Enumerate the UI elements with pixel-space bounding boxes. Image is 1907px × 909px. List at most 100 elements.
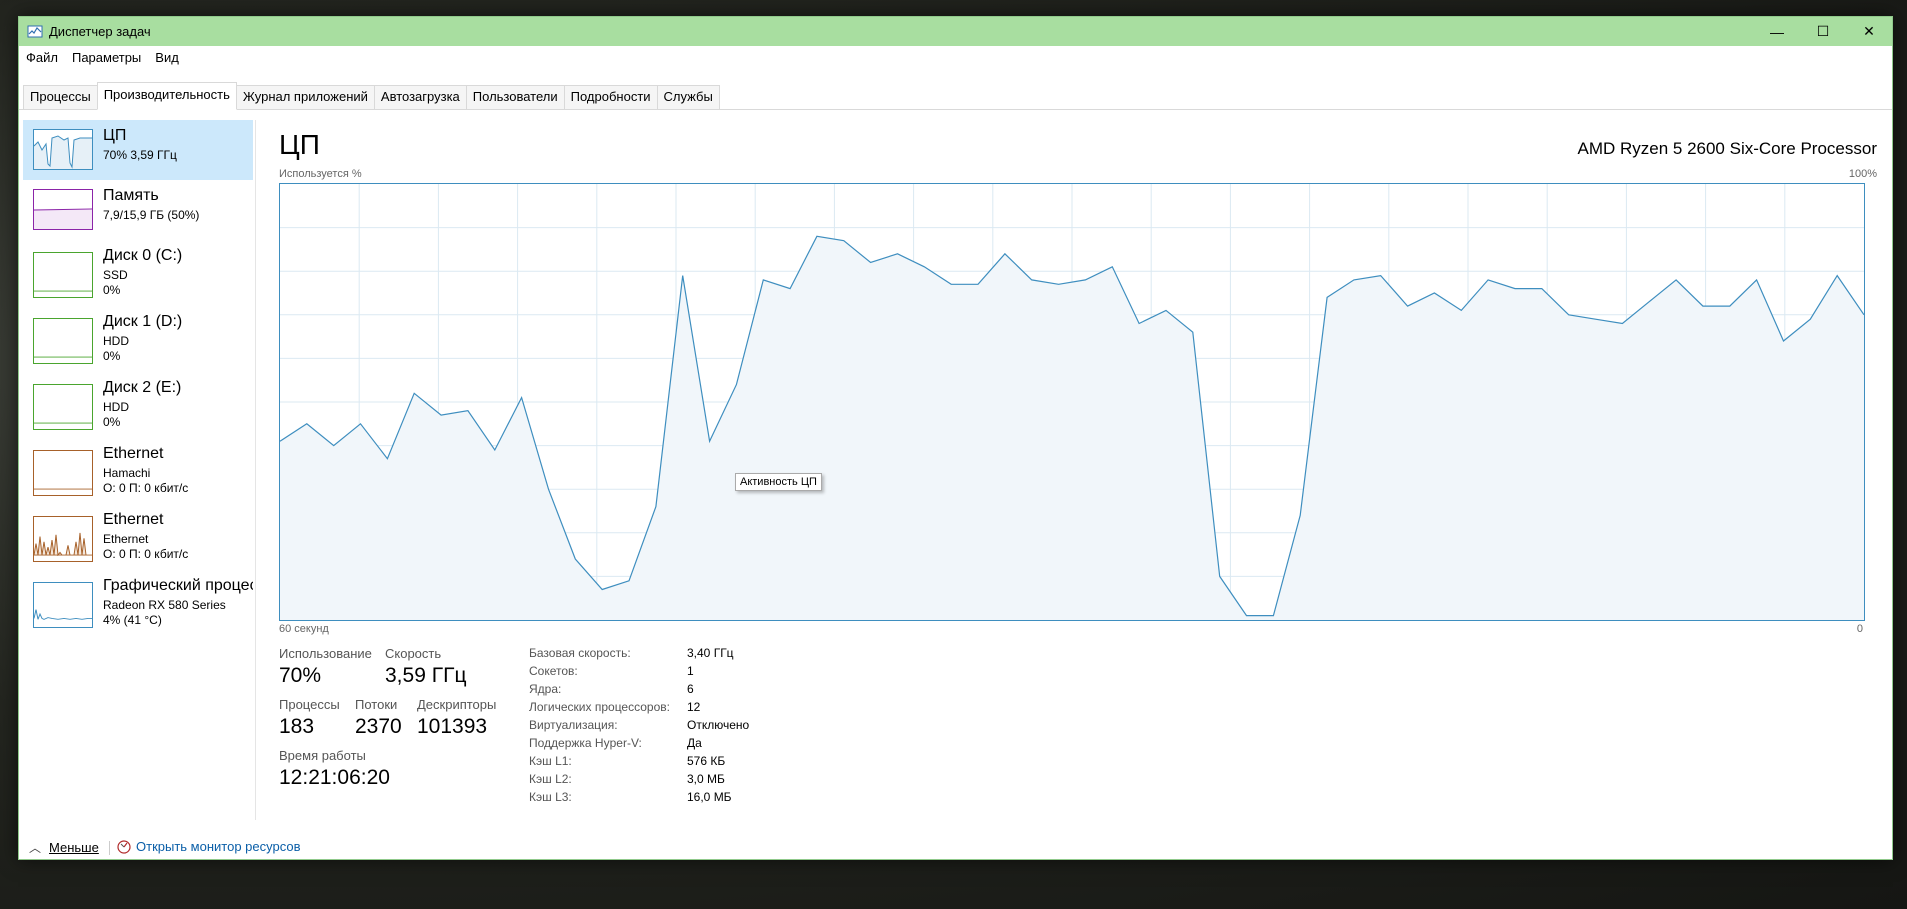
sidebar-divider: [255, 120, 256, 820]
open-resource-monitor-label: Открыть монитор ресурсов: [136, 839, 301, 854]
close-button[interactable]: ✕: [1846, 17, 1892, 46]
memory-thumbnail: [33, 189, 93, 230]
tab-processes[interactable]: Процессы: [23, 85, 98, 109]
graph-y-max: 100%: [1848, 168, 1877, 180]
sidebar-item-disk0[interactable]: Диск 0 (C:) SSD 0%: [23, 240, 253, 300]
resource-monitor-icon: [117, 839, 131, 854]
sidebar-disk0-type: SSD: [103, 268, 128, 282]
sidebar-gpu-title: Графический процессор 0: [103, 577, 253, 594]
handles-label: Дескрипторы: [417, 697, 497, 712]
tab-performance[interactable]: Производительность: [96, 82, 237, 110]
resource-sidebar: ЦП 70% 3,59 ГГц Память 7,9/15,9 ГБ (50%)…: [23, 120, 261, 820]
speed-value: 3,59 ГГц: [385, 664, 467, 687]
sidebar-item-ethernet[interactable]: Ethernet Ethernet О: 0 П: 0 кбит/с: [23, 504, 253, 564]
sidebar-item-ethernet-hamachi[interactable]: Ethernet Hamachi О: 0 П: 0 кбит/с: [23, 438, 253, 498]
spec-l2-label: Кэш L2:: [529, 772, 572, 786]
spec-hyperv-value: Да: [687, 736, 702, 750]
title-bar[interactable]: Диспетчер задач — ☐ ✕: [19, 17, 1892, 46]
ethernet-thumbnail: [33, 516, 93, 562]
menu-bar: Файл Параметры Вид: [19, 46, 1892, 68]
processes-label: Процессы: [279, 697, 340, 712]
sidebar-memory-title: Память: [103, 187, 159, 204]
threads-label: Потоки: [355, 697, 398, 712]
page-title: ЦП: [279, 129, 320, 160]
usage-label: Использование: [279, 646, 372, 661]
minimize-button[interactable]: —: [1754, 17, 1800, 46]
spec-sockets-label: Сокетов:: [529, 664, 578, 678]
task-manager-icon: [27, 25, 43, 37]
tab-details[interactable]: Подробности: [563, 85, 658, 109]
spec-virtualization-label: Виртуализация:: [529, 718, 618, 732]
tab-app-history[interactable]: Журнал приложений: [235, 85, 375, 109]
spec-base-speed-value: 3,40 ГГц: [687, 646, 734, 660]
uptime-value: 12:21:06:20: [279, 766, 390, 789]
cpu-model-name: AMD Ryzen 5 2600 Six-Core Processor: [1577, 139, 1877, 158]
spec-l1-label: Кэш L1:: [529, 754, 572, 768]
sidebar-ethernet2-title: Ethernet: [103, 511, 164, 528]
sidebar-disk0-title: Диск 0 (C:): [103, 247, 183, 264]
sidebar-ethernet2-adapter: Ethernet: [103, 532, 149, 546]
spec-l3-label: Кэш L3:: [529, 790, 572, 804]
sidebar-disk2-usage: 0%: [103, 415, 121, 429]
sidebar-disk1-type: HDD: [103, 334, 129, 348]
sidebar-ethernet1-title: Ethernet: [103, 445, 164, 462]
menu-view[interactable]: Вид: [148, 50, 186, 65]
sidebar-item-memory[interactable]: Память 7,9/15,9 ГБ (50%): [23, 180, 253, 240]
disk0-thumbnail: [33, 252, 93, 298]
sidebar-disk0-usage: 0%: [103, 283, 121, 297]
cpu-usage-graph[interactable]: [279, 183, 1865, 621]
graph-y-label: Используется %: [279, 168, 362, 180]
sidebar-item-disk2[interactable]: Диск 2 (E:) HDD 0%: [23, 372, 253, 432]
spec-logical-label: Логических процессоров:: [529, 700, 670, 714]
footer-divider: [109, 841, 110, 855]
threads-value: 2370: [355, 715, 402, 738]
gpu-thumbnail: [33, 582, 93, 628]
tab-bar: Процессы Производительность Журнал прило…: [19, 69, 1892, 110]
spec-l1-value: 576 КБ: [687, 754, 726, 768]
tooltip-text: Активность ЦП: [740, 476, 817, 488]
sidebar-ethernet1-rate: О: 0 П: 0 кбит/с: [103, 481, 189, 495]
spec-l3-value: 16,0 МБ: [687, 790, 732, 804]
sidebar-ethernet2-rate: О: 0 П: 0 кбит/с: [103, 547, 189, 561]
spec-l2-value: 3,0 МБ: [687, 772, 725, 786]
sidebar-cpu-usage: 70% 3,59 ГГц: [103, 148, 177, 162]
sidebar-item-gpu[interactable]: Графический процессор 0 Radeon RX 580 Se…: [23, 570, 253, 630]
chevron-up-icon: ︿: [29, 841, 42, 855]
usage-value: 70%: [279, 664, 322, 687]
open-resource-monitor-link[interactable]: Открыть монитор ресурсов: [117, 839, 300, 854]
sidebar-disk1-title: Диск 1 (D:): [103, 313, 183, 330]
sidebar-disk2-type: HDD: [103, 400, 129, 414]
cpu-detail-panel: ЦП AMD Ryzen 5 2600 Six-Core Processor И…: [277, 109, 1877, 809]
window-title: Диспетчер задач: [49, 24, 151, 39]
spec-logical-value: 12: [687, 700, 701, 714]
menu-options[interactable]: Параметры: [65, 50, 148, 65]
spec-base-speed-label: Базовая скорость:: [529, 646, 631, 660]
footer-bar: ︿ Меньше Открыть монитор ресурсов: [19, 837, 1892, 859]
handles-value: 101393: [417, 715, 488, 738]
menu-file[interactable]: Файл: [19, 50, 65, 65]
sidebar-disk1-usage: 0%: [103, 349, 121, 363]
ethernet-hamachi-thumbnail: [33, 450, 93, 496]
sidebar-item-cpu[interactable]: ЦП 70% 3,59 ГГц: [23, 120, 253, 180]
task-manager-window: Диспетчер задач — ☐ ✕ Файл Параметры Вид…: [18, 16, 1893, 860]
spec-cores-value: 6: [687, 682, 694, 696]
tab-services[interactable]: Службы: [656, 85, 720, 109]
graph-y-min: 0: [1856, 623, 1863, 635]
tab-startup[interactable]: Автозагрузка: [373, 85, 467, 109]
processes-value: 183: [279, 715, 315, 738]
tab-users[interactable]: Пользователи: [465, 85, 565, 109]
maximize-button[interactable]: ☐: [1800, 17, 1846, 46]
sidebar-cpu-title: ЦП: [103, 127, 127, 144]
uptime-label: Время работы: [279, 748, 366, 763]
disk2-thumbnail: [33, 384, 93, 430]
speed-label: Скорость: [385, 646, 442, 661]
fewer-details-button[interactable]: ︿ Меньше: [29, 839, 99, 856]
fewer-details-label: Меньше: [49, 840, 99, 855]
spec-sockets-value: 1: [687, 664, 694, 678]
sidebar-gpu-usage: 4% (41 °C): [103, 613, 162, 627]
cpu-thumbnail: [33, 129, 93, 170]
disk1-thumbnail: [33, 318, 93, 364]
sidebar-memory-usage: 7,9/15,9 ГБ (50%): [103, 208, 200, 222]
spec-cores-label: Ядра:: [529, 682, 562, 696]
sidebar-item-disk1[interactable]: Диск 1 (D:) HDD 0%: [23, 306, 253, 366]
